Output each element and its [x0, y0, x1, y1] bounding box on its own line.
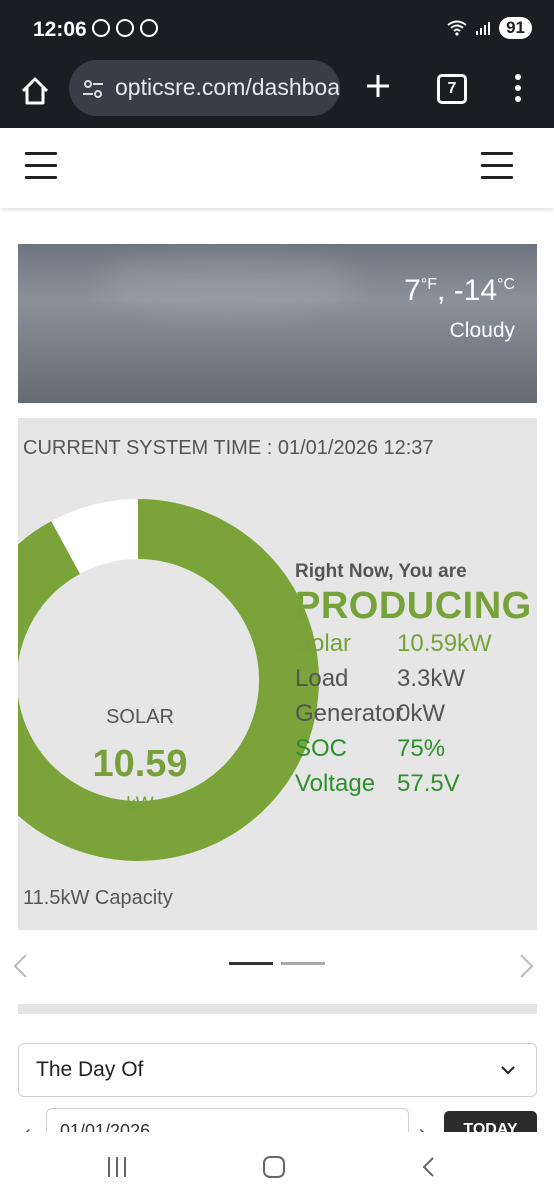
date-prev-icon[interactable]: ‹ [24, 1122, 31, 1132]
site-settings-icon[interactable] [81, 77, 105, 101]
stat-value: 57.5V [397, 770, 460, 797]
home-nav-icon[interactable] [263, 1156, 285, 1178]
status-bar: 12:06 91 [0, 0, 554, 60]
app-notification-icon [140, 19, 158, 37]
whatsapp-icon [92, 19, 110, 37]
stat-value: 75% [397, 735, 446, 762]
signal-icon [476, 22, 491, 35]
production-state: PRODUCING [295, 585, 532, 627]
system-nav-bar [0, 1132, 554, 1200]
browser-toolbar: opticsre.com/dashboard 7 [0, 60, 554, 128]
period-select[interactable]: The Day Of [18, 1043, 537, 1097]
date-input[interactable]: 01/01/2026 [46, 1108, 409, 1132]
stat-key: Solar [295, 630, 352, 657]
weather-condition: Cloudy [449, 319, 515, 342]
new-tab-icon[interactable] [364, 72, 392, 100]
chevron-down-icon [501, 1066, 515, 1075]
capacity-label: 11.5kW Capacity [23, 887, 173, 909]
url-bar[interactable]: opticsre.com/dashboard [69, 60, 340, 116]
stat-value: 3.3kW [397, 665, 466, 692]
stat-key: Voltage [295, 770, 376, 797]
stat-key: Generator [295, 700, 404, 727]
system-panel: CURRENT SYSTEM TIME : 01/01/2026 12:37 S… [18, 418, 537, 930]
date-next-icon[interactable]: › [419, 1122, 426, 1132]
stat-value: 10.59kW [397, 630, 492, 657]
status-right: 91 [447, 17, 532, 39]
recents-icon[interactable] [108, 1157, 132, 1179]
left-menu-icon[interactable] [25, 152, 57, 180]
status-time: 12:06 [33, 18, 87, 41]
weather-temperature: 7°F, -14°C [404, 274, 515, 307]
more-menu-icon[interactable] [510, 74, 526, 104]
date-value: 01/01/2026 [60, 1121, 151, 1132]
right-menu-icon[interactable] [481, 152, 513, 180]
carousel-next-icon[interactable] [518, 953, 536, 979]
today-button[interactable]: TODAY [444, 1111, 537, 1132]
carousel-indicator-active[interactable] [229, 962, 273, 965]
right-now-label: Right Now, You are [295, 561, 467, 582]
stat-value: 0kW [397, 700, 445, 727]
url-text: opticsre.com/dashboard [115, 74, 340, 100]
weather-banner: 7°F, -14°C Cloudy [18, 244, 537, 403]
section-divider [18, 1004, 537, 1014]
wifi-icon [447, 20, 467, 36]
period-select-value: The Day Of [36, 1058, 144, 1081]
site-header [0, 128, 554, 208]
gauge-unit: kW [126, 794, 154, 815]
tab-switcher-button[interactable]: 7 [437, 74, 467, 104]
chat-icon [116, 19, 134, 37]
gauge-label: SOLAR [106, 706, 174, 728]
notification-icons [92, 19, 158, 37]
solar-gauge: SOLAR 10.59 kW [18, 498, 320, 862]
date-row: ‹ 01/01/2026 › TODAY [0, 1108, 554, 1132]
carousel-prev-icon[interactable] [11, 953, 29, 979]
gauge-value: 10.59 [92, 743, 188, 785]
stat-key: Load [295, 665, 349, 692]
home-icon[interactable] [18, 74, 52, 108]
system-time: CURRENT SYSTEM TIME : 01/01/2026 12:37 [23, 437, 434, 459]
battery-indicator: 91 [499, 17, 532, 39]
back-icon[interactable] [421, 1156, 435, 1178]
carousel-indicator[interactable] [281, 962, 325, 965]
stat-key: SOC [295, 735, 348, 762]
